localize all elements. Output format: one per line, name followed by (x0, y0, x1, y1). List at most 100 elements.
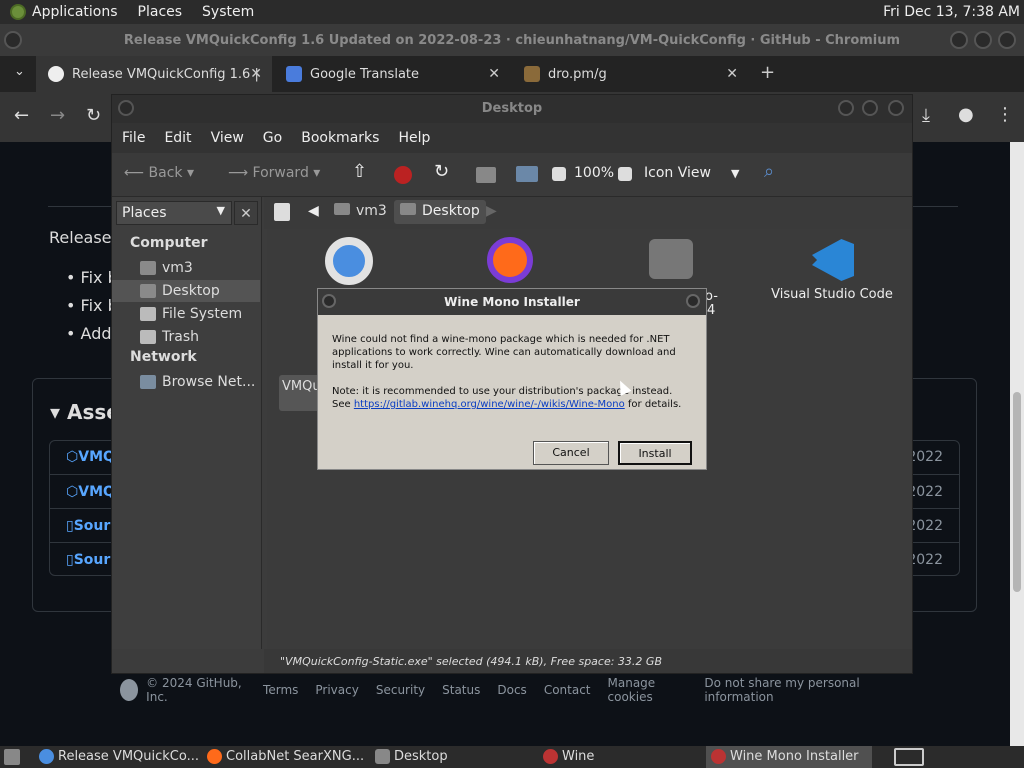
menu-view[interactable]: View (211, 130, 244, 146)
asset-link[interactable]: ⬡VMQ (66, 449, 115, 465)
reload-icon[interactable]: ↻ (86, 105, 101, 126)
cancel-button[interactable]: Cancel (533, 441, 609, 465)
wine-note-suffix: for details. (627, 399, 682, 410)
distro-logo-icon[interactable] (10, 4, 26, 20)
github-logo-icon[interactable] (120, 679, 139, 701)
page-scrollbar[interactable] (1010, 142, 1024, 746)
workspace-switcher-icon[interactable] (894, 748, 924, 766)
reload-icon[interactable]: ↻ (434, 161, 449, 182)
status-bar: "VMQuickConfig-Static.exe" selected (494… (264, 649, 912, 673)
asset-link[interactable]: ⬡VMQ (66, 484, 115, 500)
install-button[interactable]: Install (618, 441, 692, 465)
computer-icon[interactable] (516, 166, 538, 182)
maximize-icon[interactable] (974, 31, 992, 49)
footer-link-contact[interactable]: Contact (544, 683, 591, 697)
window-menu-icon[interactable] (322, 294, 336, 308)
tab-dro-pm[interactable]: dro.pm/g ✕ (512, 56, 748, 92)
forward-icon[interactable]: → (50, 105, 65, 126)
window-menu-icon[interactable] (4, 31, 22, 49)
asset-link[interactable]: ▯Sour (66, 518, 110, 534)
maximize-icon[interactable] (862, 100, 878, 116)
menu-bookmarks[interactable]: Bookmarks (301, 130, 379, 146)
minimize-icon[interactable] (838, 100, 854, 116)
profile-icon[interactable]: ● (958, 104, 974, 125)
footer-link-security[interactable]: Security (376, 683, 425, 697)
close-window-icon[interactable] (888, 100, 904, 116)
sidebar-heading-network: Network (130, 349, 197, 365)
new-tab-icon[interactable]: + (760, 62, 775, 83)
footer-link-status[interactable]: Status (442, 683, 480, 697)
show-desktop-icon[interactable] (4, 749, 20, 765)
download-icon[interactable]: ⤓ (922, 105, 930, 126)
taskbar-item-wine[interactable]: Wine (538, 746, 704, 768)
github-favicon-icon (48, 66, 64, 82)
chromium-icon[interactable] (325, 237, 373, 285)
tab-google-translate[interactable]: Google Translate ✕ (274, 56, 510, 92)
taskbar-item-wine-mono-installer[interactable]: Wine Mono Installer (706, 746, 872, 768)
path-right-arrow-icon[interactable]: ▶ (486, 203, 497, 219)
close-window-icon[interactable] (686, 294, 700, 308)
tab-close-icon[interactable]: ✕ (250, 66, 262, 82)
view-mode-select[interactable]: Icon View ▼ (644, 165, 739, 181)
footer-link-do-not-share[interactable]: Do not share my personal information (704, 676, 893, 704)
browser-menu-icon[interactable]: ⋮ (996, 104, 1014, 125)
sidebar-item-desktop[interactable]: Desktop (112, 280, 260, 302)
menu-go[interactable]: Go (263, 130, 282, 146)
sidebar-item-trash[interactable]: Trash (112, 326, 260, 348)
sidebar-item-vm3[interactable]: vm3 (112, 257, 260, 279)
sidebar-close-icon[interactable]: ✕ (234, 201, 258, 225)
scrollbar-thumb[interactable] (1013, 392, 1021, 592)
footer-link-docs[interactable]: Docs (497, 683, 526, 697)
sidebar-item-file-system[interactable]: File System (112, 303, 260, 325)
file-manager-menubar: File Edit View Go Bookmarks Help (112, 123, 912, 153)
menu-edit[interactable]: Edit (164, 130, 191, 146)
vscode-label[interactable]: Visual Studio Code (767, 287, 897, 302)
menu-file[interactable]: File (122, 130, 145, 146)
desktop-screen: Applications Places System Fri Dec 13, 7… (0, 0, 1024, 768)
home-folder-icon (140, 261, 156, 275)
footer-link-terms[interactable]: Terms (263, 683, 298, 697)
vscode-icon[interactable] (812, 239, 854, 281)
path-button-desktop[interactable]: Desktop (394, 200, 486, 224)
zoom-out-icon[interactable] (552, 167, 566, 181)
edit-location-icon[interactable] (274, 203, 290, 221)
firefox-icon[interactable] (487, 237, 533, 283)
back-button[interactable]: ⟵ Back ▾ (124, 165, 194, 181)
taskbar-item-chromium[interactable]: Release VMQuickCo... (34, 746, 200, 768)
system-menu[interactable]: System (202, 4, 254, 20)
up-icon[interactable]: ⇧ (352, 161, 367, 182)
window-menu-icon[interactable] (118, 100, 134, 116)
path-left-arrow-icon[interactable]: ◀ (308, 203, 319, 219)
close-window-icon[interactable] (998, 31, 1016, 49)
footer-link-manage-cookies[interactable]: Manage cookies (608, 676, 688, 704)
zoom-in-icon[interactable] (618, 167, 632, 181)
wine-mono-wiki-link[interactable]: https://gitlab.winehq.org/wine/wine/-/wi… (354, 399, 625, 410)
stop-icon[interactable] (394, 166, 412, 184)
back-icon[interactable]: ← (14, 105, 29, 126)
vmquickconfig-exe-selected[interactable]: VMQu (279, 375, 321, 411)
video-file-icon[interactable] (649, 239, 693, 279)
applications-menu[interactable]: Applications (32, 4, 118, 20)
chromium-title-bar: Release VMQuickConfig 1.6 Updated on 202… (0, 24, 1024, 56)
footer-link-privacy[interactable]: Privacy (315, 683, 358, 697)
home-icon[interactable] (476, 167, 496, 183)
zoom-level: 100% (574, 165, 615, 181)
menu-help[interactable]: Help (398, 130, 430, 146)
assets-heading[interactable]: ▾ Asse (50, 400, 120, 424)
forward-button[interactable]: ⟶ Forward ▾ (228, 165, 320, 181)
panel-clock[interactable]: Fri Dec 13, 7:38 AM (883, 4, 1020, 20)
search-icon[interactable]: ⌕ (764, 161, 774, 182)
tab-close-icon[interactable]: ✕ (488, 66, 500, 82)
tab-close-icon[interactable]: ✕ (726, 66, 738, 82)
minimize-icon[interactable] (950, 31, 968, 49)
tab-search-chevron-icon[interactable]: ⌄ (14, 64, 25, 79)
places-menu[interactable]: Places (138, 4, 183, 20)
taskbar-item-desktop[interactable]: Desktop (370, 746, 536, 768)
path-button-vm3[interactable]: vm3 (334, 203, 387, 219)
taskbar-item-firefox[interactable]: CollabNet SearXNG... (202, 746, 368, 768)
sidebar-item-browse-network[interactable]: Browse Net... (112, 371, 260, 393)
places-combo[interactable]: Places ▼ (116, 201, 232, 225)
asset-link[interactable]: ▯Sour (66, 552, 110, 568)
desktop-folder-icon (400, 203, 416, 215)
tab-release[interactable]: Release VMQuickConfig 1.6 | ✕ (36, 56, 272, 92)
